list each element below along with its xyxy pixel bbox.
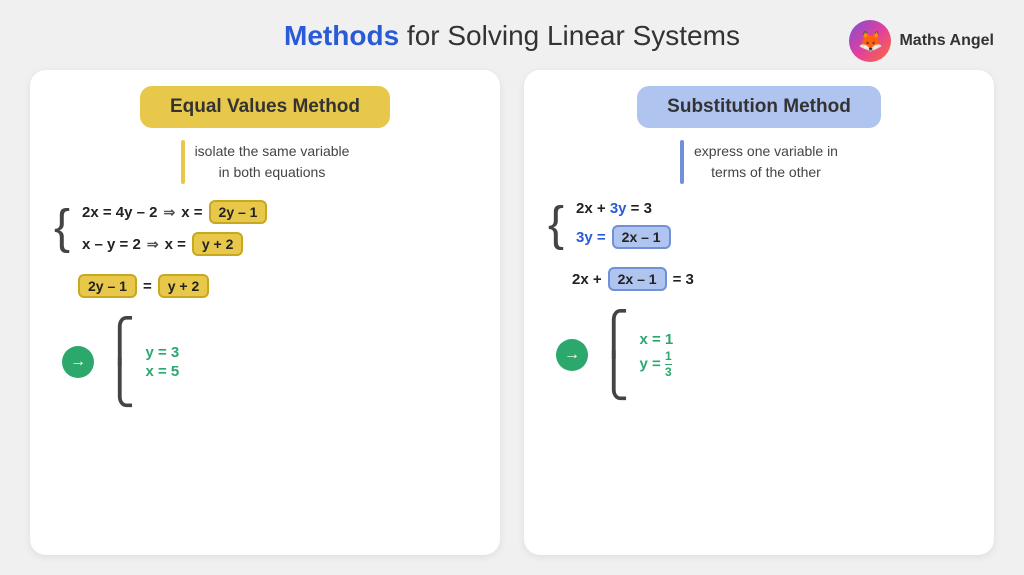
title-rest: for Solving Linear Systems — [399, 20, 740, 51]
solution-system-left: ⎧⎩ y = 3 x = 5 — [104, 320, 179, 404]
combined-left: 2y – 1 — [78, 274, 137, 298]
equal-values-desc-text: isolate the same variablein both equatio… — [195, 141, 350, 183]
equal-values-equations: { 2x = 4y – 2 ⇒ x = 2y – 1 x – y = 2 ⇒ x… — [30, 200, 500, 404]
sub-combined-suffix: = 3 — [673, 271, 694, 288]
combined-eq-sign: = — [143, 278, 152, 295]
eq1-arrow: ⇒ — [164, 204, 176, 221]
logo: 🦊 Maths Angel — [849, 20, 994, 62]
sub-combined-box: 2x – 1 — [608, 267, 667, 291]
sub-eq-line-2: 3y = 2x – 1 — [576, 225, 671, 249]
page-title: Methods for Solving Linear Systems — [284, 20, 740, 52]
blue-bar — [680, 140, 684, 184]
equal-values-card: Equal Values Method isolate the same var… — [30, 70, 500, 555]
eq2-arrow: ⇒ — [147, 236, 159, 253]
eq2-x: x = — [165, 236, 186, 253]
eq-system-left: { 2x = 4y – 2 ⇒ x = 2y – 1 x – y = 2 ⇒ x… — [54, 200, 267, 256]
eq2-left: x – y = 2 — [82, 236, 141, 253]
eq-lines-right: 2x + 3y = 3 3y = 2x – 1 — [576, 200, 671, 249]
sol-x: x = 5 — [146, 363, 180, 380]
solution-row-right: → ⎧⎩ x = 1 y = 13 — [556, 313, 673, 397]
substitution-card: Substitution Method express one variable… — [524, 70, 994, 555]
substitution-description: express one variable interms of the othe… — [660, 140, 858, 184]
solution-lines-right: x = 1 y = 13 — [640, 331, 674, 379]
combined-right: y + 2 — [158, 274, 210, 298]
eq-line-2: x – y = 2 ⇒ x = y + 2 — [82, 232, 267, 256]
combined-equation: 2y – 1 = y + 2 — [78, 274, 209, 298]
right-brace-1: { — [548, 201, 564, 249]
left-brace-1: { — [54, 204, 70, 252]
eq1-left: 2x = 4y – 2 — [82, 204, 157, 221]
title-bold: Methods — [284, 20, 399, 51]
solution-row-left: → ⎧⎩ y = 3 x = 5 — [62, 320, 179, 404]
eq1-box: 2y – 1 — [209, 200, 268, 224]
sub-eq-line-1: 2x + 3y = 3 — [576, 200, 671, 217]
equal-values-description: isolate the same variablein both equatio… — [161, 140, 370, 184]
page-header: Methods for Solving Linear Systems 🦊 Mat… — [30, 20, 994, 52]
yellow-bar — [181, 140, 185, 184]
fraction-den: 3 — [665, 365, 672, 379]
eq-lines-left: 2x = 4y – 2 ⇒ x = 2y – 1 x – y = 2 ⇒ x =… — [82, 200, 267, 256]
sol-brace-left: ⎧⎩ — [104, 320, 136, 404]
sol-brace-right: ⎧⎩ — [598, 313, 630, 397]
sub-sol-y: y = 13 — [640, 350, 674, 379]
substitution-desc-text: express one variable interms of the othe… — [694, 141, 838, 183]
fraction-num: 1 — [665, 350, 672, 365]
fraction-y: 13 — [665, 350, 672, 379]
eq-system-right: { 2x + 3y = 3 3y = 2x – 1 — [548, 200, 671, 249]
eq-line-1: 2x = 4y – 2 ⇒ x = 2y – 1 — [82, 200, 267, 224]
eq2-box: y + 2 — [192, 232, 244, 256]
equal-values-header: Equal Values Method — [140, 86, 390, 128]
solution-system-right: ⎧⎩ x = 1 y = 13 — [598, 313, 673, 397]
eq1-x: x = — [181, 204, 202, 221]
arrow-circle-right: → — [556, 339, 588, 371]
sub-combined-equation: 2x + 2x – 1 = 3 — [572, 267, 694, 291]
solution-lines-left: y = 3 x = 5 — [146, 344, 180, 380]
sub-sol-x: x = 1 — [640, 331, 674, 348]
cards-container: Equal Values Method isolate the same var… — [30, 70, 994, 555]
logo-text: Maths Angel — [899, 32, 994, 50]
sub-eq2-box: 2x – 1 — [612, 225, 671, 249]
substitution-equations: { 2x + 3y = 3 3y = 2x – 1 2x + 2x – 1 = … — [524, 200, 994, 397]
sub-combined-prefix: 2x + — [572, 271, 602, 288]
logo-icon: 🦊 — [849, 20, 891, 62]
sub-eq1: 2x + 3y = 3 — [576, 200, 652, 217]
arrow-circle-left: → — [62, 346, 94, 378]
sub-eq2-left: 3y = — [576, 229, 606, 246]
substitution-header: Substitution Method — [637, 86, 881, 128]
sol-y: y = 3 — [146, 344, 180, 361]
